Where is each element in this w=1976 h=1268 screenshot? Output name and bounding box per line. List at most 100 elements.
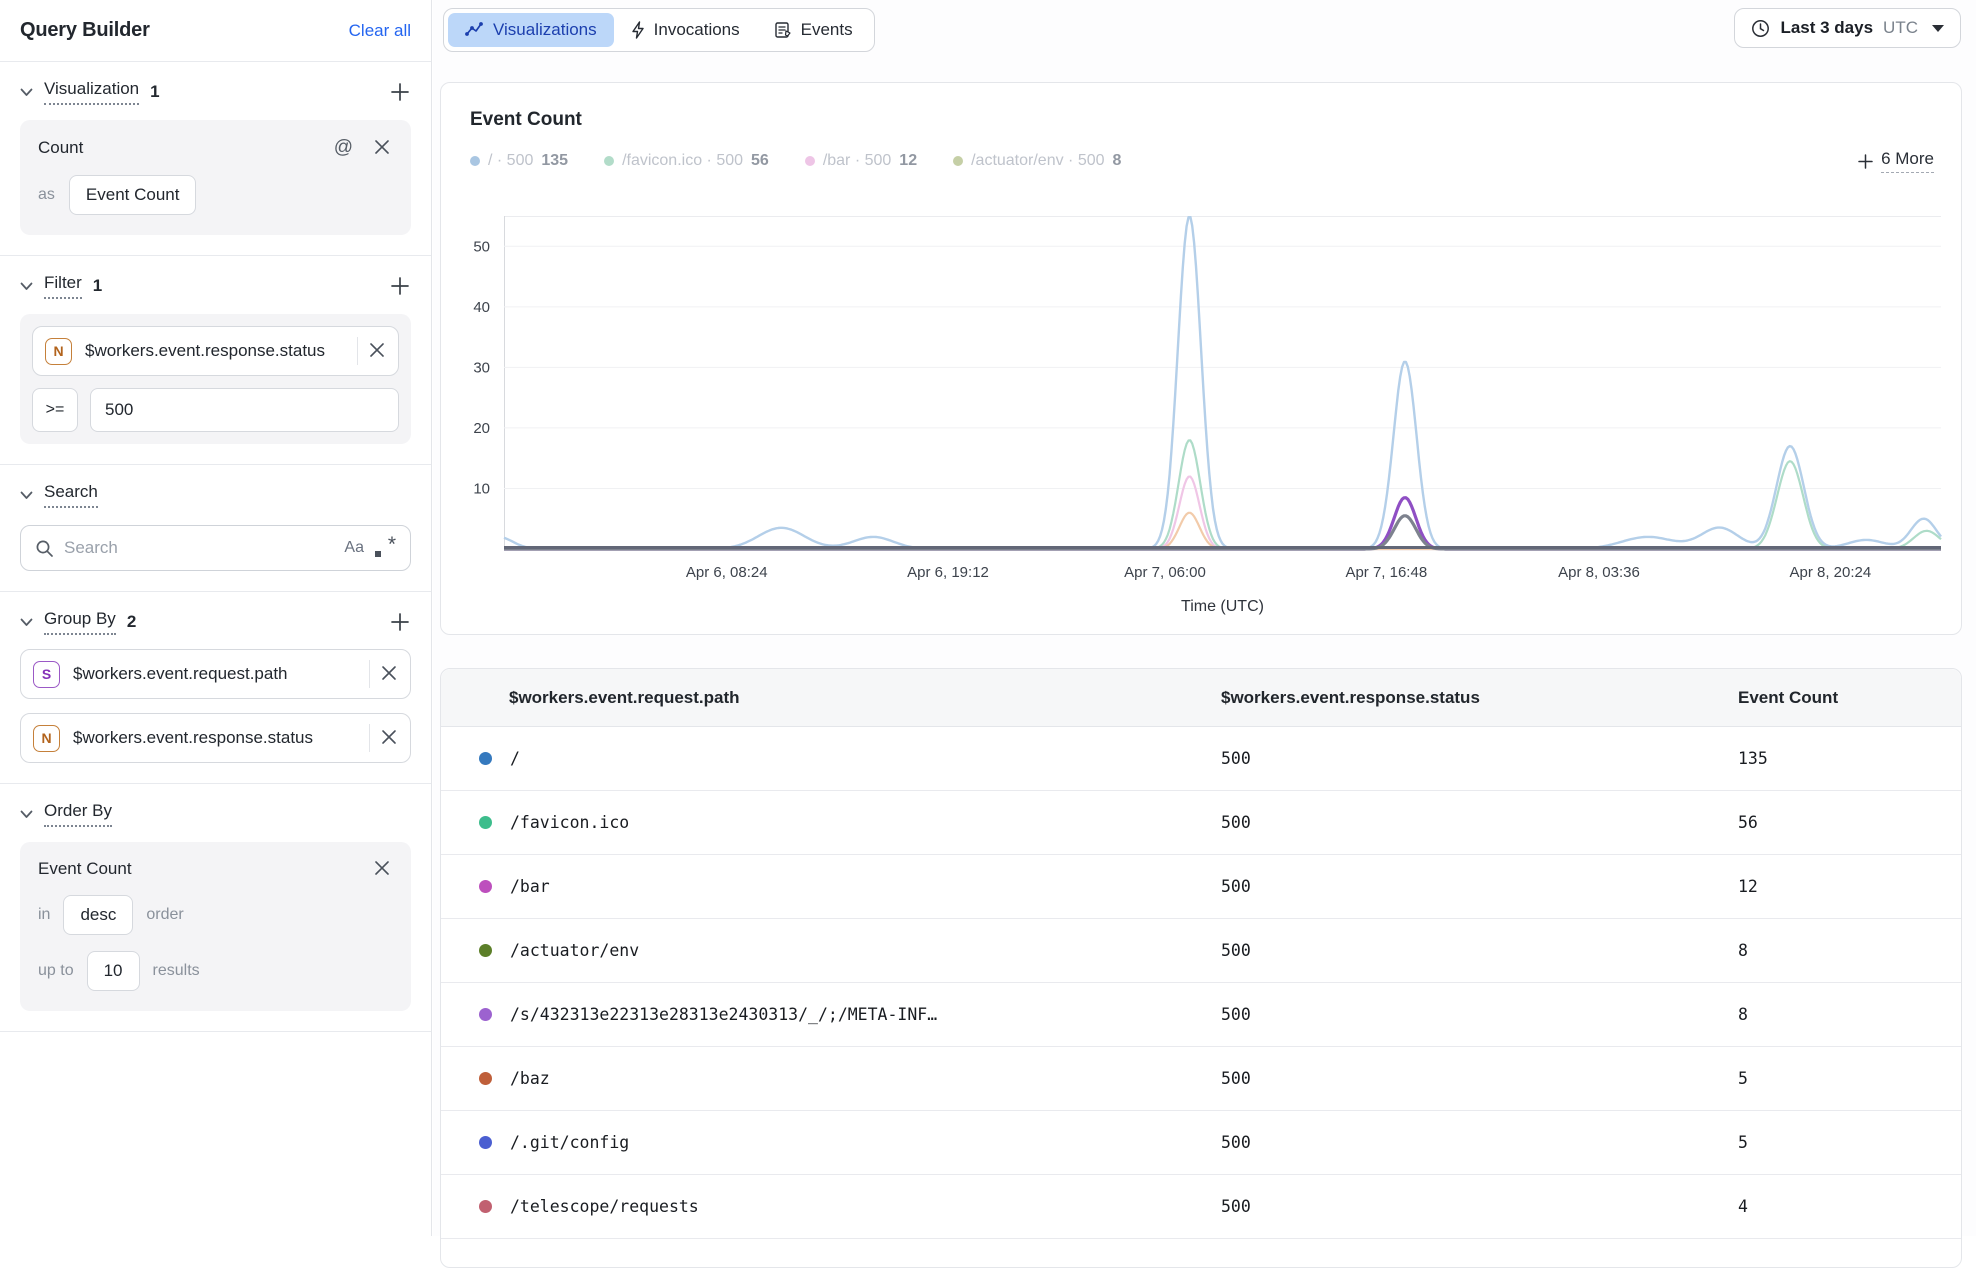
visualization-count: 1: [150, 82, 159, 102]
svg-text:Apr 6, 19:12: Apr 6, 19:12: [907, 564, 989, 581]
tab-label: Visualizations: [493, 20, 597, 40]
series-color-dot: [479, 1072, 492, 1085]
legend-series-count: 8: [1113, 152, 1122, 170]
in-label: in: [38, 906, 50, 924]
add-group-by-button[interactable]: [389, 611, 411, 633]
table-row[interactable]: /telescope/requests5004: [441, 1175, 1961, 1239]
remove-group-by-button[interactable]: [380, 664, 400, 684]
lightning-icon: [631, 21, 645, 39]
match-case-icon[interactable]: Aa: [344, 539, 364, 557]
column-header-status[interactable]: $workers.event.response.status: [1221, 669, 1738, 726]
tab-visualizations[interactable]: Visualizations: [448, 13, 614, 47]
cell-request-path: /baz: [510, 1069, 550, 1088]
chart-series: [504, 440, 1941, 549]
cell-event-count: 8: [1738, 941, 1748, 960]
chevron-down-icon[interactable]: [20, 810, 33, 819]
chart-legend: / · 500 135/favicon.ico · 500 56/bar · 5…: [470, 149, 1934, 173]
cell-response-status: 500: [1221, 813, 1251, 832]
view-tabs: Visualizations Invocations Events: [443, 8, 875, 52]
as-label: as: [38, 186, 55, 204]
table-row[interactable]: /.git/config5005: [441, 1111, 1961, 1175]
filter-operator-select[interactable]: >=: [32, 388, 78, 432]
add-filter-button[interactable]: [389, 275, 411, 297]
close-icon: [380, 664, 398, 682]
cell-response-status: 500: [1221, 1005, 1251, 1024]
remove-visualization-button[interactable]: [373, 138, 393, 158]
remove-order-by-button[interactable]: [373, 859, 393, 879]
close-icon: [380, 728, 398, 746]
legend-item[interactable]: /actuator/env · 500 8: [953, 152, 1121, 170]
tab-label: Events: [801, 20, 853, 40]
column-header-path[interactable]: $workers.event.request.path: [441, 669, 1221, 726]
legend-item[interactable]: / · 500 135: [470, 152, 568, 170]
chart-card: Event Count / · 500 135/favicon.ico · 50…: [440, 82, 1962, 635]
tab-events[interactable]: Events: [757, 13, 870, 47]
filter-section-label[interactable]: Filter: [44, 273, 82, 299]
column-header-count[interactable]: Event Count: [1738, 669, 1961, 726]
cell-response-status: 500: [1221, 749, 1251, 768]
group-by-section-label[interactable]: Group By: [44, 609, 116, 635]
visualization-section: Visualization 1 Count @ as Event Count: [0, 62, 431, 256]
filter-section: Filter 1 N $workers.event.response.statu…: [0, 256, 431, 465]
clear-all-link[interactable]: Clear all: [349, 21, 411, 41]
legend-item[interactable]: /favicon.ico · 500 56: [604, 152, 769, 170]
at-icon[interactable]: @: [334, 137, 353, 159]
cell-event-count: 4: [1738, 1197, 1748, 1216]
table-header: $workers.event.request.path $workers.eve…: [441, 669, 1961, 727]
chart-series: [504, 498, 1941, 549]
legend-more-button[interactable]: 6 More: [1857, 149, 1934, 173]
order-label: order: [146, 906, 183, 924]
chevron-down-icon[interactable]: [20, 491, 33, 500]
series-color-dot: [479, 752, 492, 765]
table-row[interactable]: /baz5005: [441, 1047, 1961, 1111]
table-row[interactable]: /favicon.ico50056: [441, 791, 1961, 855]
cell-request-path: /telescope/requests: [510, 1197, 699, 1216]
table-row[interactable]: /actuator/env5008: [441, 919, 1961, 983]
visualization-alias-field[interactable]: Event Count: [69, 175, 197, 215]
filter-value-input[interactable]: [90, 388, 399, 432]
number-type-icon: N: [33, 725, 60, 752]
tab-invocations[interactable]: Invocations: [614, 13, 757, 47]
sidebar-header: Query Builder Clear all: [0, 0, 431, 62]
result-limit-input[interactable]: 10: [87, 951, 140, 991]
time-range-label: Last 3 days: [1780, 18, 1873, 38]
cell-event-count: 8: [1738, 1005, 1748, 1024]
group-by-count: 2: [127, 612, 136, 632]
chevron-down-icon[interactable]: [20, 282, 33, 291]
legend-series-count: 135: [541, 152, 568, 170]
table-row[interactable]: /500135: [441, 727, 1961, 791]
legend-dot: [470, 156, 480, 166]
table-row[interactable]: /bar50012: [441, 855, 1961, 919]
search-section-label[interactable]: Search: [44, 482, 98, 508]
order-by-field[interactable]: Event Count: [38, 859, 132, 879]
time-range-select[interactable]: Last 3 days UTC: [1734, 8, 1961, 48]
clock-icon: [1751, 19, 1770, 38]
group-by-field[interactable]: S $workers.event.request.path: [20, 649, 411, 699]
svg-text:50: 50: [473, 238, 490, 255]
order-by-section-label[interactable]: Order By: [44, 801, 112, 827]
svg-text:Apr 8, 20:24: Apr 8, 20:24: [1789, 564, 1871, 581]
table-row[interactable]: /s/432313e22313e28313e2430313/_/;/META-I…: [441, 983, 1961, 1047]
remove-group-by-button[interactable]: [380, 728, 400, 748]
regex-icon[interactable]: *: [374, 537, 396, 559]
add-visualization-button[interactable]: [389, 81, 411, 103]
svg-text:10: 10: [473, 480, 490, 497]
group-by-field[interactable]: N $workers.event.response.status: [20, 713, 411, 763]
cell-response-status: 500: [1221, 1069, 1251, 1088]
cell-event-count: 12: [1738, 877, 1758, 896]
svg-text:Apr 7, 06:00: Apr 7, 06:00: [1124, 564, 1206, 581]
visualization-section-label[interactable]: Visualization: [44, 79, 139, 105]
visualization-function: Count: [38, 138, 83, 158]
cell-request-path: /s/432313e22313e28313e2430313/_/;/META-I…: [510, 1005, 937, 1024]
search-input[interactable]: [64, 538, 334, 558]
chevron-down-icon[interactable]: [20, 88, 33, 97]
sort-direction-select[interactable]: desc: [63, 895, 133, 935]
remove-filter-button[interactable]: [368, 341, 388, 361]
event-count-chart[interactable]: 1020304050Apr 6, 08:24Apr 6, 19:12Apr 7,…: [441, 216, 1961, 616]
group-by-field-name: $workers.event.response.status: [73, 728, 313, 748]
filter-field[interactable]: N $workers.event.response.status: [32, 326, 399, 376]
close-icon: [368, 341, 386, 359]
chevron-down-icon[interactable]: [20, 618, 33, 627]
legend-item[interactable]: /bar · 500 12: [805, 152, 917, 170]
search-field[interactable]: Aa *: [20, 525, 411, 571]
